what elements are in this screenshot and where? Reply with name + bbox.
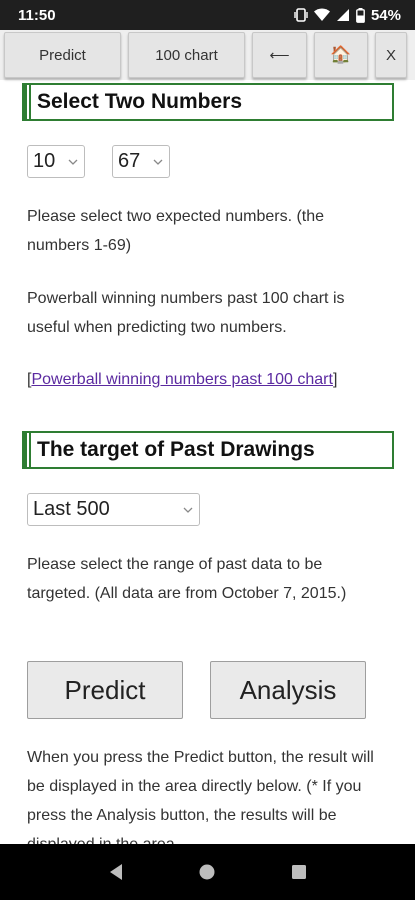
- main-content: Select Two Numbers 10 67 Please select t…: [0, 80, 415, 844]
- battery-percent: 54%: [370, 6, 401, 24]
- past-range-value: Last 500: [33, 498, 110, 520]
- back-button[interactable]: ⟵: [252, 32, 307, 78]
- first-number-select[interactable]: 10: [27, 145, 85, 178]
- past-range-help-text: Please select the range of past data to …: [27, 556, 347, 602]
- select-two-numbers-heading: Select Two Numbers: [22, 83, 394, 121]
- chart-link-line: [Powerball winning numbers past 100 char…: [27, 371, 337, 389]
- chart-nav-button[interactable]: 100 chart: [128, 32, 245, 78]
- toolbar: Predict 100 chart ⟵ 🏠 X: [0, 30, 415, 80]
- home-icon: 🏠: [330, 45, 352, 64]
- instructions-text: When you press the Predict button, the r…: [27, 749, 374, 844]
- predict-nav-button[interactable]: Predict: [4, 32, 121, 78]
- back-triangle-icon[interactable]: [107, 863, 125, 881]
- analysis-button[interactable]: Analysis: [210, 661, 366, 719]
- close-button[interactable]: X: [375, 32, 407, 78]
- status-icons: 54%: [294, 7, 401, 24]
- predict-button[interactable]: Predict: [27, 661, 183, 719]
- chevron-down-icon: [153, 159, 163, 165]
- chevron-down-icon: [183, 507, 193, 513]
- signal-icon: [336, 9, 349, 21]
- first-number-value: 10: [33, 150, 56, 172]
- vibrate-icon: [294, 8, 308, 22]
- second-number-value: 67: [118, 150, 141, 172]
- select-numbers-help-text: Please select two expected numbers. (the…: [27, 208, 325, 254]
- past-drawings-heading: The target of Past Drawings: [22, 431, 394, 469]
- recents-square-icon[interactable]: [290, 863, 308, 881]
- link-close-bracket: ]: [332, 371, 338, 388]
- home-button[interactable]: 🏠: [314, 32, 368, 78]
- second-number-select[interactable]: 67: [112, 145, 170, 178]
- status-time: 11:50: [18, 6, 56, 24]
- wifi-icon: [313, 8, 330, 21]
- chevron-down-icon: [68, 159, 78, 165]
- home-circle-icon[interactable]: [198, 863, 216, 881]
- past-100-chart-link[interactable]: Powerball winning numbers past 100 chart: [31, 371, 333, 388]
- status-bar: 11:50 54%: [0, 0, 415, 30]
- past-range-select[interactable]: Last 500: [27, 493, 200, 526]
- system-nav-bar: [0, 844, 415, 900]
- chart-info-text: Powerball winning numbers past 100 chart…: [27, 290, 345, 336]
- back-arrow-icon: ⟵: [269, 46, 290, 63]
- battery-icon: [356, 7, 365, 23]
